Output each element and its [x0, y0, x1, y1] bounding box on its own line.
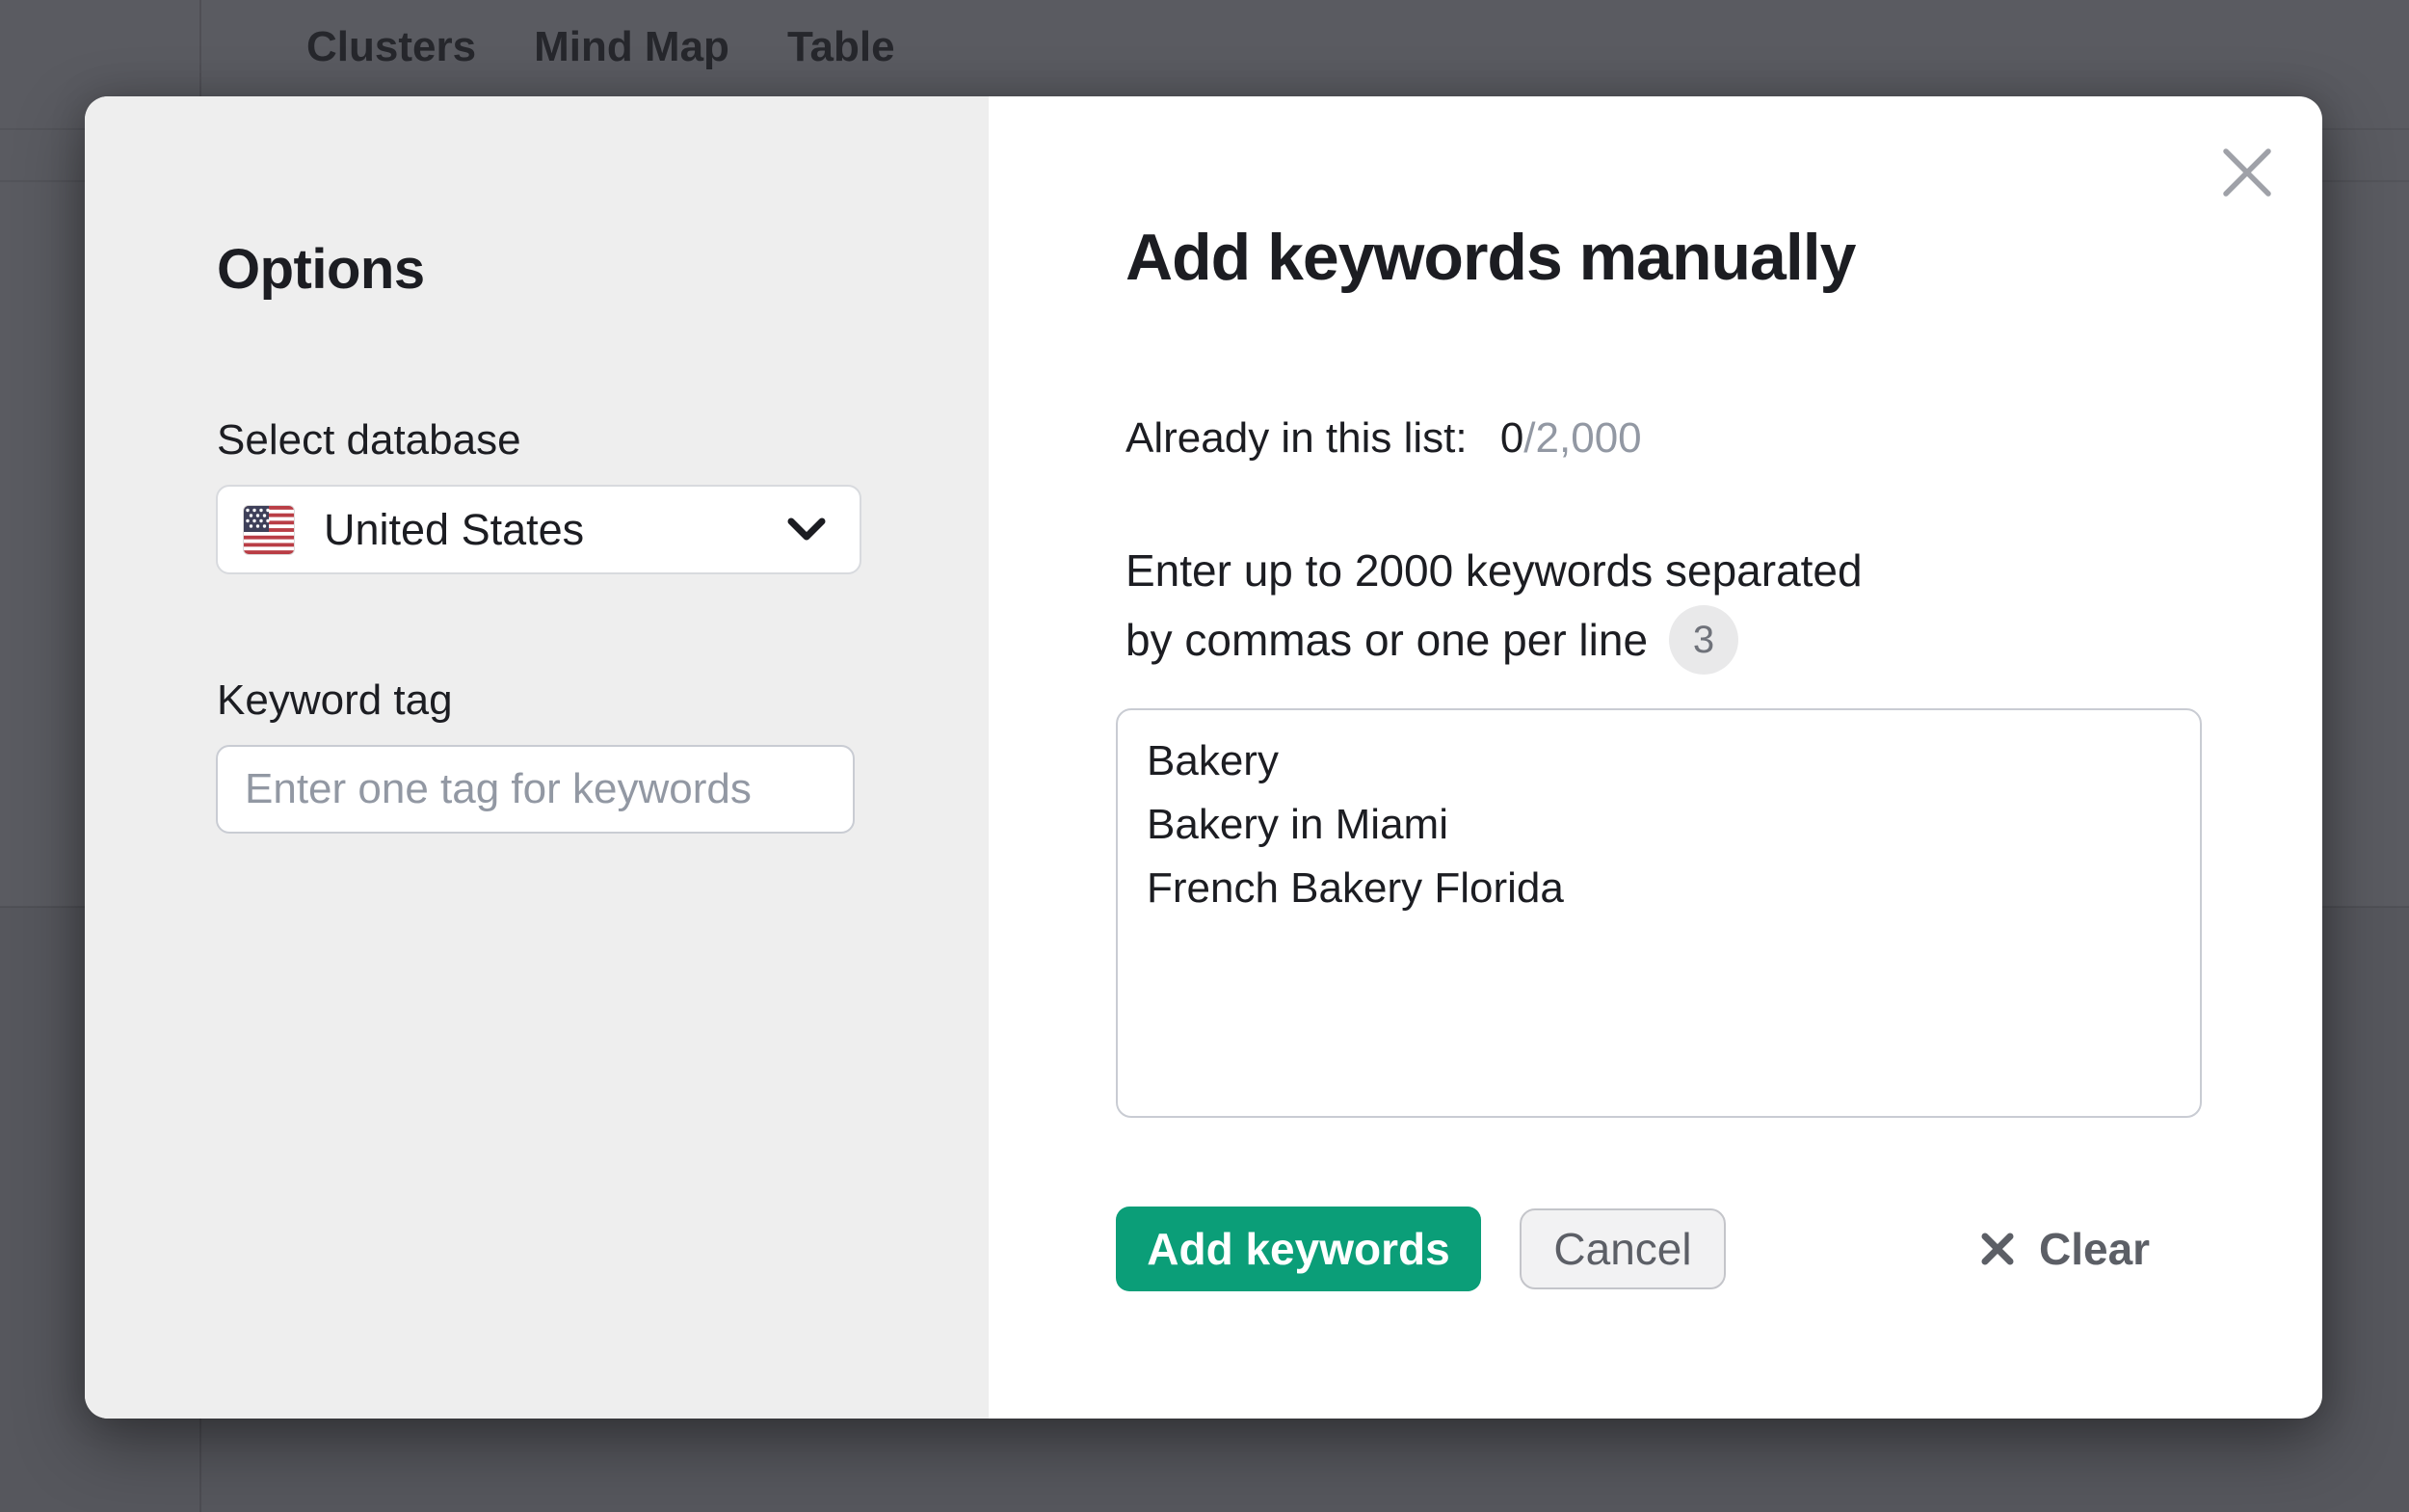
options-panel: Options Select database Un	[85, 96, 989, 1419]
keywords-textarea[interactable]: Bakery Bakery in Miami French Bakery Flo…	[1116, 708, 2202, 1118]
keyword-tag-label: Keyword tag	[217, 676, 453, 725]
keywords-instruction: Enter up to 2000 keywords separated by c…	[1125, 536, 1863, 678]
already-label: Already in this list:	[1125, 414, 1468, 462]
options-title: Options	[217, 237, 425, 302]
close-icon	[2219, 145, 2275, 200]
already-in-list-line: Already in this list: 0/2,000	[1125, 414, 1642, 463]
already-limit: /2,000	[1523, 414, 1641, 462]
us-flag-icon	[244, 506, 294, 554]
database-select[interactable]: United States	[216, 485, 861, 574]
keyword-count-badge: 3	[1669, 605, 1738, 675]
dialog-title: Add keywords manually	[1125, 220, 1855, 295]
clear-button[interactable]: Clear	[1979, 1207, 2150, 1291]
close-button[interactable]	[2219, 145, 2275, 200]
chevron-down-icon	[786, 517, 827, 543]
database-selected-value: United States	[324, 505, 786, 555]
tab-clusters[interactable]: Clusters	[306, 23, 476, 71]
cancel-button[interactable]: Cancel	[1520, 1208, 1726, 1289]
tab-table[interactable]: Table	[787, 23, 895, 71]
add-keywords-modal: Options Select database Un	[85, 96, 2322, 1419]
instruction-line1: Enter up to 2000 keywords separated	[1125, 545, 1863, 596]
instruction-line2: by commas or one per line	[1125, 615, 1648, 665]
view-tabs: Clusters Mind Map Table	[306, 0, 895, 93]
clear-label: Clear	[2039, 1223, 2150, 1275]
select-database-label: Select database	[217, 416, 521, 464]
add-keywords-button[interactable]: Add keywords	[1116, 1207, 1481, 1291]
already-count: 0	[1500, 414, 1523, 462]
clear-x-icon	[1979, 1231, 2016, 1267]
keyword-tag-input[interactable]	[216, 745, 855, 834]
tab-mind-map[interactable]: Mind Map	[534, 23, 729, 71]
